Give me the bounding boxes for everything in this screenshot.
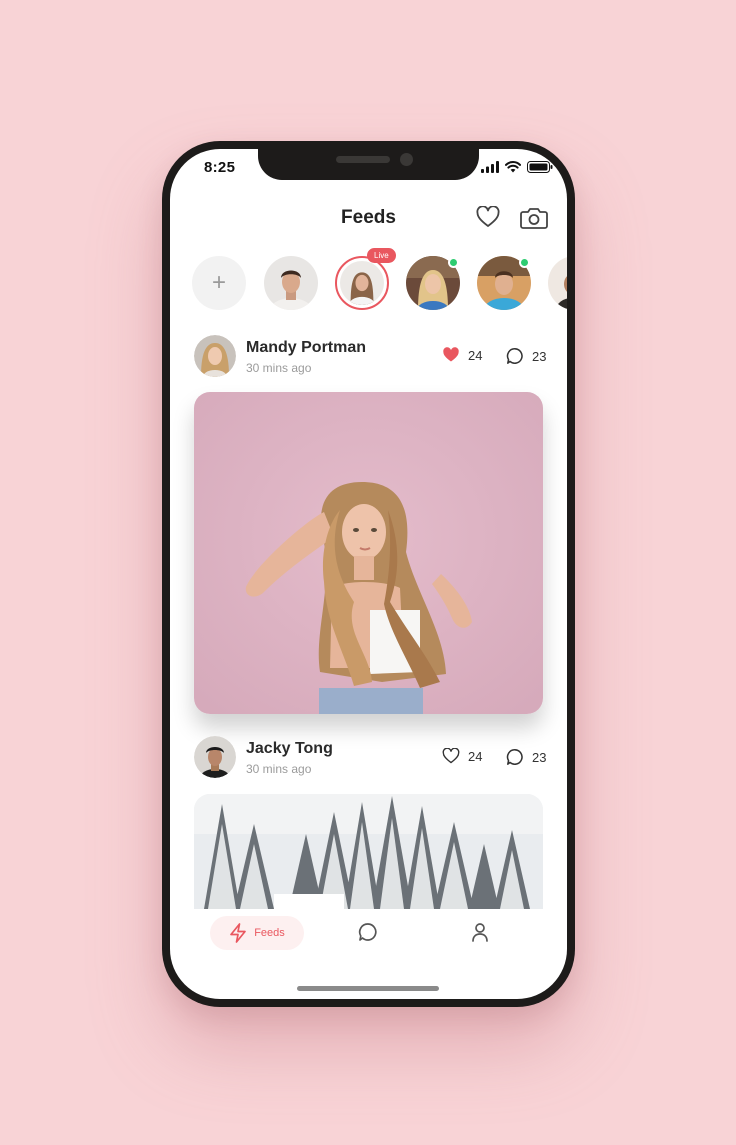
post-author-name[interactable]: Jacky Tong [246, 740, 333, 758]
like-count: 24 [468, 748, 483, 764]
post-photo[interactable] [194, 392, 543, 714]
signal-icon [481, 161, 499, 173]
front-camera [400, 153, 413, 166]
nav-feeds-label: Feeds [254, 927, 285, 939]
plus-icon: + [211, 269, 226, 296]
like-button[interactable]: 24 [442, 748, 482, 764]
story-avatar-live[interactable]: Live [335, 248, 396, 310]
nav-feeds-tab[interactable]: Feeds [210, 916, 304, 950]
post-photo[interactable] [194, 794, 543, 909]
comment-count: 23 [532, 749, 547, 765]
post-author-name[interactable]: Mandy Portman [246, 339, 366, 357]
like-button[interactable]: 24 [442, 347, 482, 363]
post-timestamp: 30 mins ago [246, 361, 312, 375]
post-photo-image [194, 392, 543, 714]
status-time: 8:25 [204, 159, 236, 176]
avatar [340, 261, 384, 305]
story-avatar[interactable] [406, 256, 460, 310]
status-icons [481, 161, 553, 173]
post-header: Mandy Portman 30 mins ago 24 23 [194, 335, 546, 379]
app-screen: 8:25 Feeds + Live Mandy Portman 30 mins … [170, 149, 567, 999]
heart-icon [443, 347, 459, 362]
avatar[interactable] [194, 335, 236, 377]
page-title: Feeds [341, 207, 396, 228]
story-avatar[interactable] [477, 256, 531, 310]
comment-button[interactable]: 23 [506, 347, 546, 365]
lightning-icon [230, 923, 247, 943]
add-story-button[interactable]: + [192, 256, 246, 310]
user-icon[interactable] [470, 922, 490, 942]
comment-icon [506, 749, 523, 765]
notch [258, 149, 479, 180]
speaker-grille [336, 156, 390, 163]
chat-icon[interactable] [358, 922, 378, 942]
stories-bar: + Live [192, 248, 567, 316]
comment-count: 23 [532, 348, 547, 364]
post-photo-image [194, 794, 543, 909]
story-avatar[interactable] [548, 256, 567, 310]
battery-icon [527, 161, 553, 173]
avatar [264, 256, 318, 310]
comment-icon [506, 348, 523, 364]
post-header: Jacky Tong 30 mins ago 24 23 [194, 736, 546, 780]
bottom-nav: Feeds [170, 906, 567, 966]
online-status-dot [448, 257, 459, 268]
online-status-dot [519, 257, 530, 268]
camera-icon[interactable] [520, 206, 548, 230]
avatar[interactable] [194, 736, 236, 778]
like-count: 24 [468, 347, 483, 363]
home-indicator[interactable] [297, 986, 439, 991]
post-timestamp: 30 mins ago [246, 762, 312, 776]
story-avatar[interactable] [264, 256, 318, 310]
live-badge: Live [367, 248, 396, 263]
heart-icon [442, 748, 460, 764]
avatar [548, 256, 567, 310]
wifi-icon [505, 161, 521, 173]
comment-button[interactable]: 23 [506, 748, 546, 766]
heart-icon[interactable] [476, 206, 500, 228]
phone-frame: 8:25 Feeds + Live Mandy Portman 30 mins … [162, 141, 575, 1007]
